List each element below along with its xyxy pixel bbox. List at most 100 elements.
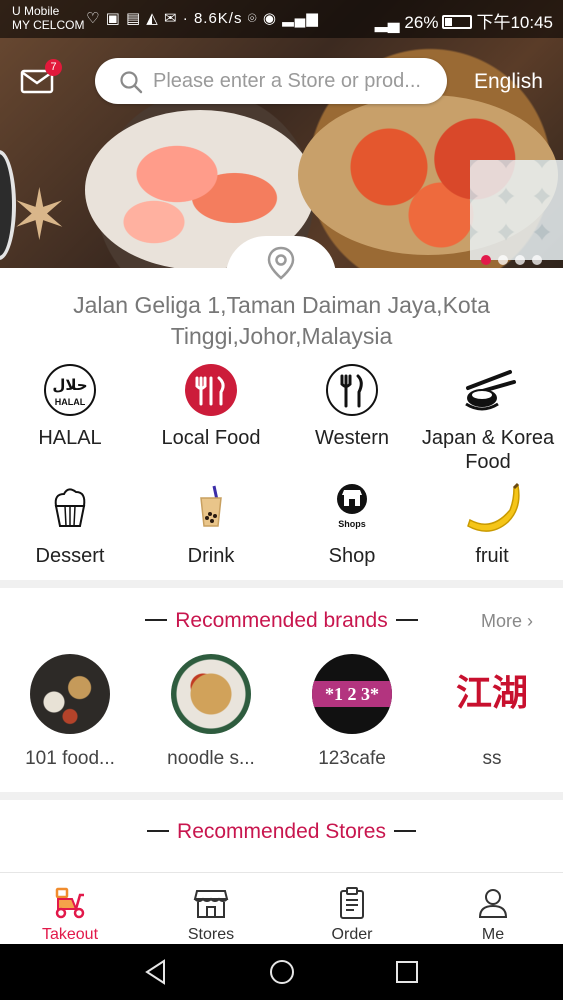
category-drink[interactable]: Drink <box>141 482 281 568</box>
brand-item[interactable]: 101 food... <box>5 654 135 770</box>
carousel-dot-1[interactable] <box>481 255 491 265</box>
brand-noodle-logo <box>171 654 251 734</box>
carrier-1: U Mobile <box>12 4 60 18</box>
bubble-tea-icon <box>181 482 241 538</box>
hero-banner[interactable]: ✶ <box>0 0 563 268</box>
more-label: More <box>481 611 523 631</box>
brand-calligraphy-logo: 江湖 <box>452 654 532 734</box>
shop-icon-text: Shops <box>338 519 366 529</box>
carousel-dot-3[interactable] <box>515 255 525 265</box>
banner-starfish-image: ✶ <box>10 176 69 254</box>
category-dessert[interactable]: Dessert <box>0 482 140 568</box>
title-dash-left <box>147 830 170 832</box>
chevron-right-icon: › <box>527 611 534 631</box>
dot-icon: · <box>182 10 189 27</box>
tab-label: Order <box>331 926 373 943</box>
brand-name: 101 food... <box>25 748 115 769</box>
notification-icon: ▣ ▤ ◭ <box>105 10 159 27</box>
category-label: Japan & Korea Food <box>421 427 555 473</box>
tab-label: Stores <box>187 926 235 943</box>
category-label: Local Food <box>161 427 261 449</box>
clock: 下午10:45 <box>476 13 553 32</box>
search-placeholder: Please enter a Store or prod... <box>153 70 421 92</box>
brand-name: ss <box>482 748 502 769</box>
message-count-badge: 7 <box>45 59 62 76</box>
brand-item[interactable]: noodle s... <box>146 654 276 770</box>
location-status-icon: ⌾ <box>247 10 258 27</box>
tab-label: Me <box>481 926 505 943</box>
utensils-icon <box>181 364 241 420</box>
search-input[interactable]: Please enter a Store or prod... <box>95 58 447 104</box>
delivery-address[interactable]: Jalan Geliga 1,Taman Daiman Jaya,Kota Ti… <box>20 290 543 352</box>
recent-apps-icon[interactable] <box>393 958 421 986</box>
title-dash-right <box>395 619 418 621</box>
category-label: Western <box>314 427 390 449</box>
carousel-dot-2[interactable] <box>498 255 508 265</box>
brand-item[interactable]: 江湖 ss <box>427 654 557 770</box>
system-navigation-bar <box>0 944 563 1000</box>
language-button[interactable]: English <box>474 70 543 94</box>
tab-order[interactable]: Order <box>302 885 402 944</box>
category-shop[interactable]: Shops Shop <box>282 482 422 568</box>
recommended-brands-heading: Recommended brands <box>0 609 563 633</box>
mail-status-icon: ✉ <box>164 10 178 27</box>
shop-icon: Shops <box>322 482 382 538</box>
category-local-food[interactable]: Local Food <box>141 364 281 450</box>
recommended-stores-heading: Recommended Stores <box>0 820 563 844</box>
cupcake-icon <box>40 482 100 538</box>
recommended-stores-title: Recommended Stores <box>177 820 386 843</box>
bottom-navigation: Takeout Stores Order Me <box>0 872 563 944</box>
location-pin-icon[interactable] <box>266 246 296 280</box>
recommended-brands-title: Recommended brands <box>175 609 388 632</box>
brand-123cafe-logo: *1 2 3* <box>312 654 392 734</box>
category-halal[interactable]: حلال HALAL HALAL <box>0 364 140 450</box>
category-label: fruit <box>475 545 509 567</box>
status-right: ▂▄ 26% 下午10:45 <box>375 8 553 33</box>
tab-me[interactable]: Me <box>443 885 543 944</box>
tab-stores[interactable]: Stores <box>161 885 261 944</box>
title-dash-right <box>393 830 416 832</box>
search-icon <box>120 71 143 94</box>
battery-icon <box>442 15 473 29</box>
home-icon[interactable] <box>268 958 296 986</box>
category-label: Dessert <box>35 545 105 567</box>
fork-knife-icon <box>322 364 382 420</box>
signal-icon: ▂▄▆ <box>282 10 319 27</box>
sushi-chopsticks-icon <box>458 364 518 420</box>
halal-icon: حلال HALAL <box>40 364 100 420</box>
category-fruit[interactable]: fruit <box>422 482 562 568</box>
status-bar: U Mobile MY CELCOM ♡ ▣ ▤ ◭ ✉ · 8.6K/s ⌾ … <box>0 0 563 38</box>
brand-spices-logo <box>30 654 110 734</box>
messages-button[interactable]: 7 <box>20 59 62 95</box>
category-japan-korea[interactable]: Japan & Korea Food <box>418 364 558 474</box>
category-label: Shop <box>328 545 376 567</box>
category-label: Drink <box>187 545 235 567</box>
scooter-icon <box>55 887 85 919</box>
banner-ice-image <box>470 160 563 260</box>
calligraphy-logo-text: 江湖 <box>455 672 528 714</box>
status-icons: ♡ ▣ ▤ ◭ ✉ · 8.6K/s ⌾ ◉ ▂▄▆ <box>86 9 319 27</box>
brand-name: noodle s... <box>167 748 255 769</box>
tab-takeout[interactable]: Takeout <box>20 885 120 944</box>
person-icon <box>478 889 508 918</box>
category-western[interactable]: Western <box>282 364 422 450</box>
storefront-icon <box>193 890 229 918</box>
eye-icon: ◉ <box>262 10 277 27</box>
title-dash-left <box>145 619 168 621</box>
banana-icon <box>462 482 522 538</box>
brand-item[interactable]: *1 2 3* 123cafe <box>287 654 417 770</box>
battery-percent: 26% <box>404 13 439 32</box>
carrier-2: MY CELCOM <box>12 18 85 32</box>
heart-icon: ♡ <box>86 10 101 27</box>
svg-text:HALAL: HALAL <box>55 397 86 407</box>
section-divider <box>0 580 563 588</box>
carousel-dot-4[interactable] <box>532 255 542 265</box>
carrier-names: U Mobile MY CELCOM <box>12 4 84 32</box>
back-icon[interactable] <box>142 958 170 986</box>
brands-more-link[interactable]: More › <box>481 611 533 632</box>
network-speed: 8.6K/s <box>193 10 243 27</box>
signal-icon-2: ▂▄ <box>374 13 400 32</box>
svg-text:حلال: حلال <box>52 376 87 394</box>
123cafe-logo-text: *1 2 3* <box>312 681 392 707</box>
brand-name: 123cafe <box>318 748 386 769</box>
